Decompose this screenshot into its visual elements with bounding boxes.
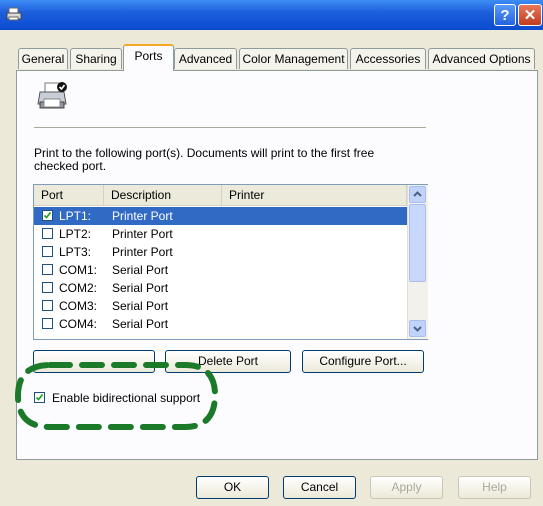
cancel-button[interactable]: Cancel [283,476,356,499]
port-desc: Serial Port [112,263,169,277]
chevron-up-icon [413,191,422,197]
port-checkbox[interactable] [42,264,53,275]
port-checkbox[interactable] [42,282,53,293]
port-checkbox[interactable] [42,210,53,221]
separator [34,127,426,128]
port-description-text: Print to the following port(s). Document… [34,146,375,173]
tab-general[interactable]: General [18,48,68,69]
port-name: COM3: [59,299,98,313]
port-checkbox[interactable] [42,318,53,329]
column-header-port[interactable]: Port [34,185,104,205]
port-row-lpt2[interactable]: LPT2: Printer Port [34,225,407,243]
scroll-down-button[interactable] [409,320,426,337]
port-row-lpt1[interactable]: LPT1: Printer Port [34,207,407,225]
port-row-com1[interactable]: COM1: Serial Port [34,261,407,279]
port-desc: Serial Port [112,299,169,313]
port-name: LPT2: [59,227,92,241]
tab-sharing[interactable]: Sharing [70,48,122,69]
port-checkbox[interactable] [42,228,53,239]
port-row-com2[interactable]: COM2: Serial Port [34,279,407,297]
close-button[interactable]: ✕ [518,4,542,26]
tab-advanced-options[interactable]: Advanced Options [428,48,535,69]
apply-button[interactable]: Apply [370,476,443,499]
chevron-down-icon [413,326,422,332]
port-checkbox[interactable] [42,246,53,257]
port-list[interactable]: Port Description Printer LPT1: Printer P… [33,184,428,340]
printer-icon [37,82,67,109]
scroll-up-button[interactable] [409,186,426,203]
port-name: COM2: [59,281,98,295]
column-header-description[interactable]: Description [104,185,222,205]
printer-icon [6,7,22,21]
port-checkbox[interactable] [42,300,53,311]
port-name: LPT1: [59,209,92,223]
port-desc: Serial Port [112,317,169,331]
port-list-header: Port Description Printer [34,185,407,206]
help-button[interactable]: Help [458,476,531,499]
tab-ports[interactable]: Ports [123,44,174,71]
ok-button[interactable]: OK [196,476,269,499]
port-desc: Printer Port [112,245,173,259]
tab-color-management[interactable]: Color Management [239,48,348,69]
vertical-scrollbar[interactable] [407,185,428,339]
tab-advanced[interactable]: Advanced [174,48,237,69]
help-title-button[interactable]: ? [494,4,516,26]
highlight-annotation [14,362,219,430]
port-row-com4[interactable]: COM4: Serial Port [34,315,407,333]
title-bar: ? ✕ [0,0,543,30]
port-row-com3[interactable]: COM3: Serial Port [34,297,407,315]
port-desc: Serial Port [112,281,169,295]
port-name: LPT3: [59,245,92,259]
port-name: COM4: [59,317,98,331]
configure-port-button[interactable]: Configure Port... [302,350,424,373]
scroll-thumb[interactable] [409,204,426,282]
port-row-lpt3[interactable]: LPT3: Printer Port [34,243,407,261]
port-name: COM1: [59,263,98,277]
port-desc: Printer Port [112,209,173,223]
port-desc: Printer Port [112,227,173,241]
column-header-printer[interactable]: Printer [222,185,407,205]
tab-accessories[interactable]: Accessories [350,48,426,69]
